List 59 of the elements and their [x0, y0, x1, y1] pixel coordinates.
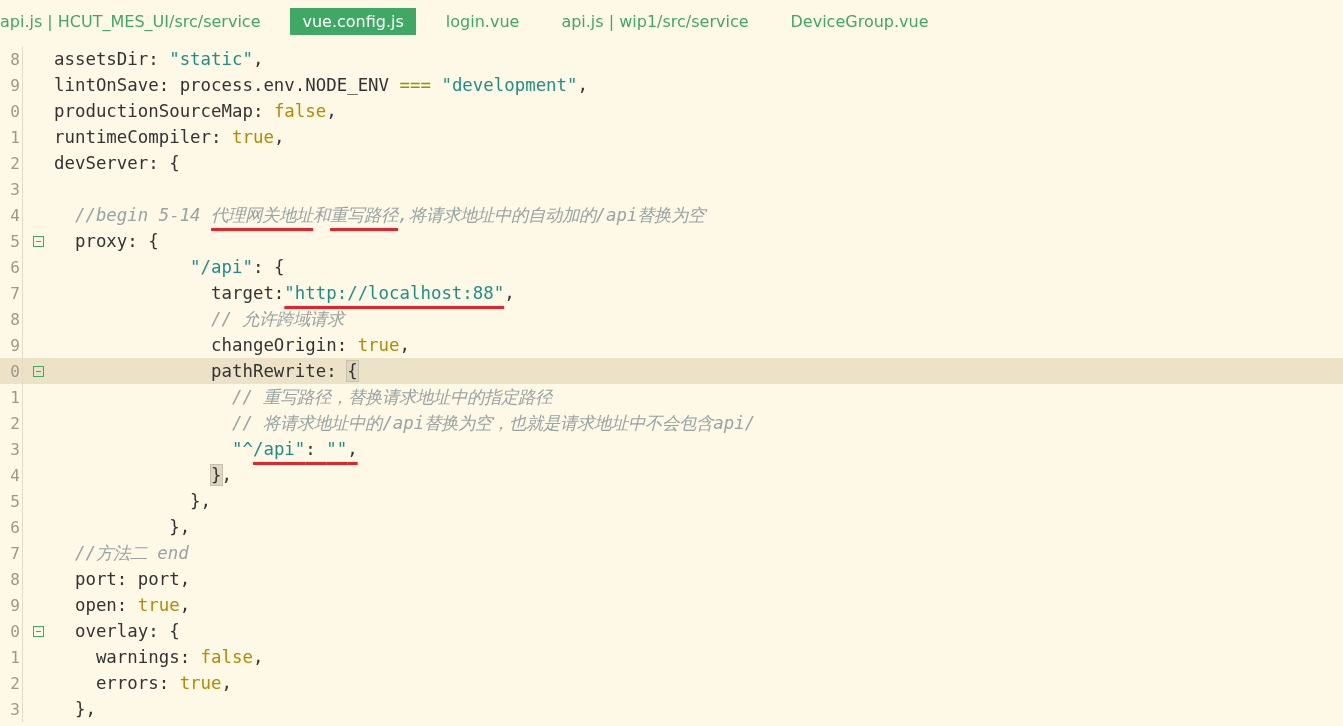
code-line: proxy: { — [73, 230, 159, 253]
line-number: 4 — [10, 465, 21, 485]
code-line: overlay: { — [73, 620, 180, 643]
line-number: 0 — [10, 101, 21, 121]
line-number: 0 — [10, 361, 21, 381]
line-number: 1 — [10, 387, 21, 407]
code-line: open: true, — [73, 594, 191, 617]
fold-icon[interactable] — [33, 625, 44, 637]
code-line: assetsDir: "static", — [54, 48, 264, 71]
code-line: // 允许跨域请求 — [210, 308, 345, 331]
code-line: devServer: { — [54, 152, 180, 175]
code-line: runtimeCompiler: true, — [54, 126, 285, 149]
code-line: pathRewrite: { — [210, 360, 358, 383]
line-number: 4 — [10, 205, 21, 225]
code-line: "^/api": "", — [231, 438, 358, 461]
code-line: // 重写路径，替换请求地址中的指定路径 — [231, 386, 553, 409]
code-line: // 将请求地址中的/api替换为空，也就是请求地址中不会包含api/ — [231, 412, 756, 435]
file-tab[interactable]: vue.config.js — [290, 7, 416, 35]
file-tab[interactable]: api.js | wip1/src/service — [549, 7, 761, 35]
line-number: 9 — [10, 595, 21, 615]
code-line: changeOrigin: true, — [210, 334, 410, 357]
code-line: }, — [210, 464, 233, 487]
line-number: 3 — [10, 699, 21, 719]
file-tab[interactable]: DeviceGroup.vue — [778, 7, 941, 35]
code-line: }, — [168, 516, 191, 539]
code-line: warnings: false, — [94, 646, 264, 669]
line-number: 6 — [10, 517, 21, 537]
line-number: 9 — [10, 335, 21, 355]
line-number: 2 — [10, 413, 21, 433]
line-number: 1 — [10, 127, 21, 147]
line-number: 7 — [10, 283, 21, 303]
line-number: 7 — [10, 543, 21, 563]
code-line: //begin 5-14 代理网关地址和重写路径,将请求地址中的自动加的/api替换为空 — [73, 204, 706, 227]
code-line: lintOnSave: process.env.NODE_ENV === "development", — [54, 74, 588, 97]
line-number: 2 — [10, 153, 21, 173]
line-number: 8 — [10, 49, 21, 69]
code-line: target:"http://localhost:88", — [210, 282, 515, 305]
fold-icon[interactable] — [33, 365, 44, 377]
code-line: "/api": { — [189, 256, 285, 279]
code-line: productionSourceMap: false, — [54, 100, 337, 123]
line-number: 0 — [10, 621, 21, 641]
code-line: errors: true, — [94, 672, 232, 695]
line-number: 5 — [10, 491, 21, 511]
file-tab[interactable]: api.js | HCUT_MES_UI/src/service — [0, 7, 273, 35]
line-number: 6 — [10, 257, 21, 277]
code-line: //方法二 end — [73, 542, 189, 565]
line-number: 9 — [10, 75, 21, 95]
code-line: port: port, — [73, 568, 191, 591]
line-number: 8 — [10, 569, 21, 589]
line-number: 8 — [10, 309, 21, 329]
line-number: 3 — [10, 179, 21, 199]
line-number: 1 — [10, 647, 21, 667]
fold-icon[interactable] — [33, 235, 44, 247]
file-tab[interactable]: login.vue — [433, 7, 532, 35]
code-line: }, — [189, 490, 212, 513]
line-number: 2 — [10, 673, 21, 693]
line-number: 3 — [10, 439, 21, 459]
line-number: 5 — [10, 231, 21, 251]
code-line: }, — [73, 698, 96, 721]
